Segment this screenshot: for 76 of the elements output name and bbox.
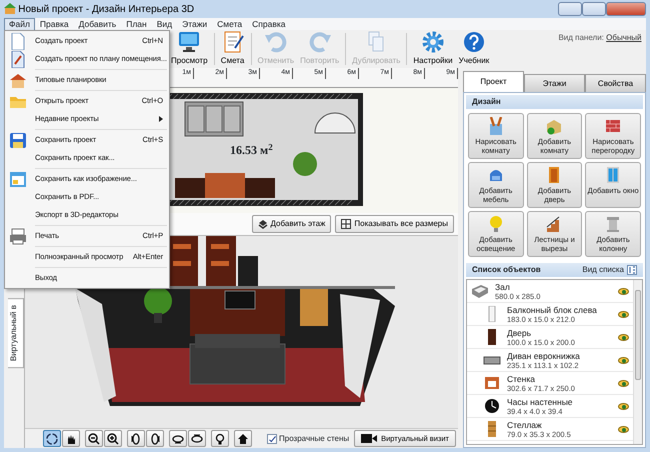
zoom-in-icon [107,432,119,444]
visibility-eye-icon[interactable] [618,310,629,318]
visibility-eye-icon[interactable] [618,380,629,387]
object-name[interactable]: Балконный блок слева [507,304,597,315]
scrollbar[interactable] [633,280,642,444]
checkbox[interactable] [267,434,277,444]
toolbar-button[interactable]: Настройки [410,29,456,69]
floor-plan-icon [9,50,27,68]
picture-icon [9,170,27,188]
plan-button[interactable]: Добавить этаж [252,215,332,233]
zoom-in-button[interactable] [104,430,122,447]
checkbox-label: Прозрачные стены [279,432,350,444]
video-camera-icon [361,434,378,443]
visibility-eye-icon[interactable] [618,426,629,433]
home-button[interactable] [234,430,252,447]
monitor-icon [177,31,202,53]
object-name[interactable]: Зал [495,282,540,292]
menu-item[interactable]: Добавить [74,18,122,30]
help-icon [462,31,486,53]
clock-icon [483,398,501,414]
zoom-out-button[interactable] [85,430,103,447]
rotate-360-icon [46,432,58,444]
rotate-360-button[interactable] [43,430,61,447]
maximize-button[interactable] [582,2,606,16]
undo-arrow-icon [264,31,288,53]
panel-tab[interactable]: Свойства [585,74,646,92]
visibility-eye-icon[interactable] [618,402,629,410]
brick-wall-icon [604,117,622,135]
object-name[interactable]: Диван еврокнижка [507,350,580,361]
menu-item[interactable]: План [121,18,152,30]
light-bulb-button[interactable] [211,430,229,447]
hand-button[interactable] [62,430,80,447]
list-view-icon [627,265,637,276]
menu-item[interactable]: Вид [152,18,178,30]
object-name[interactable]: Часы настенные [507,396,573,407]
rotate-left-button[interactable] [127,430,145,447]
object-name[interactable]: Дверь [507,328,575,338]
rotate-right-button[interactable] [146,430,164,447]
menu-item[interactable]: Справка [247,18,290,30]
light-bulb-icon [214,432,226,444]
side-tab[interactable]: Виртуальный в [8,298,24,368]
window-title: Новый проект - Дизайн Интерьера 3D [18,2,194,16]
minimize-button[interactable] [558,2,582,16]
menu-item[interactable]: Правка [34,18,74,30]
menu-item[interactable]: Файл [4,18,35,30]
room-icon [471,283,489,300]
printer-icon [9,228,27,244]
area-label: 16.53 м$^{2}$ [230,141,273,159]
layers-icon [258,219,268,229]
box-plus-icon [545,117,564,135]
panel-tab[interactable]: Этажи [524,74,585,92]
visibility-eye-icon[interactable] [618,288,629,295]
menu-item[interactable]: Этажи [177,18,212,30]
grid-icon [341,219,352,229]
panel-view-link[interactable]: Обычный [606,32,642,44]
visibility-eye-icon[interactable] [618,356,629,364]
tilt-up-button[interactable] [188,430,206,447]
section-header: Список объектов [472,264,541,276]
panel-tab[interactable]: Проект [463,71,524,92]
visibility-eye-icon[interactable] [618,334,629,341]
house-icon [9,72,27,88]
toolbar-button[interactable]: Смета [218,29,248,69]
object-name[interactable]: Стеллаж [507,420,571,430]
section-header: Дизайн [466,95,643,109]
redo-arrow-icon [308,31,332,53]
zoom-out-icon [88,432,100,444]
object-name[interactable]: Стенка [507,374,575,384]
tilt-down-button[interactable] [169,430,187,447]
toolbar-button[interactable]: Учебник [456,29,492,69]
app-icon [4,3,16,15]
plan-button[interactable]: Показывать все размеры [335,215,454,233]
panel-view-label: Вид панели: [558,32,604,44]
list-view-label: Вид списка [582,264,624,276]
home-icon [237,432,249,444]
menu-item[interactable]: Смета [212,18,248,30]
document-icon [9,32,27,50]
